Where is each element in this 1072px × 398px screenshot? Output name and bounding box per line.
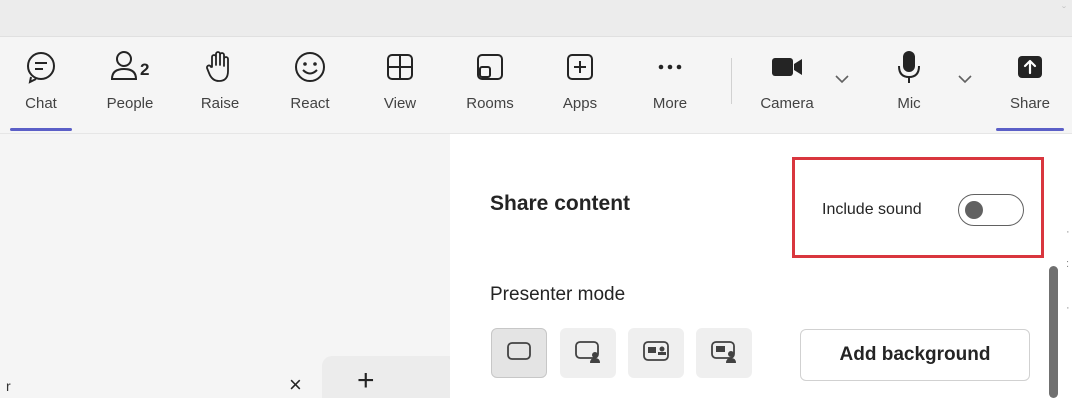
rooms-icon [474, 47, 506, 87]
more-label: More [652, 95, 688, 112]
close-tab-button[interactable]: × [289, 372, 302, 398]
presenter-mode-standout[interactable] [560, 328, 616, 378]
raise-hand-button[interactable]: Raise [196, 47, 244, 131]
share-active-underline [996, 128, 1064, 131]
edge-mark: · [1066, 302, 1070, 314]
share-panel-title: Share content [490, 192, 631, 215]
react-button[interactable]: React [286, 47, 334, 131]
view-button[interactable]: View [378, 47, 422, 131]
apps-icon [564, 47, 596, 87]
people-button[interactable]: 2 People [100, 47, 160, 131]
add-background-button[interactable]: Add background [800, 329, 1030, 381]
chat-button[interactable]: Chat [10, 47, 72, 131]
side-by-side-icon [641, 339, 671, 368]
camera-options-chevron-icon[interactable] [834, 72, 850, 90]
apps-label: Apps [562, 95, 598, 112]
rooms-label: Rooms [466, 95, 514, 112]
scrollbar-thumb[interactable] [1049, 266, 1058, 398]
title-bar: ˇ [0, 0, 1072, 37]
share-label: Share [1009, 95, 1051, 112]
edge-mark: · [1066, 226, 1070, 238]
camera-button[interactable]: Camera [754, 47, 820, 131]
react-label: React [290, 95, 330, 112]
raise-label: Raise [200, 95, 240, 112]
share-button[interactable]: Share [996, 47, 1064, 131]
view-icon [384, 47, 416, 87]
mic-icon [895, 47, 923, 87]
chat-active-underline [10, 128, 72, 131]
more-icon [654, 47, 686, 87]
include-sound-toggle[interactable] [958, 194, 1024, 226]
add-tab-button[interactable]: + [357, 364, 375, 398]
apps-button[interactable]: Apps [556, 47, 604, 131]
view-label: View [383, 95, 417, 112]
standout-icon [573, 338, 603, 369]
presenter-mode-content-only[interactable] [491, 328, 547, 378]
rooms-button[interactable]: Rooms [461, 47, 519, 131]
truncated-text-fragment: r [6, 378, 11, 394]
mic-label: Mic [897, 95, 921, 112]
more-button[interactable]: More [646, 47, 694, 131]
camera-icon [769, 47, 805, 87]
people-label: People [106, 95, 154, 112]
new-tab-area [322, 356, 450, 398]
panel-scrollbar[interactable] [1046, 266, 1060, 398]
presenter-mode-side-by-side[interactable] [628, 328, 684, 378]
mic-button[interactable]: Mic [886, 47, 932, 131]
edge-mark: : [1066, 258, 1070, 270]
camera-label: Camera [760, 95, 814, 112]
content-only-icon [505, 339, 533, 368]
presenter-mode-reporter[interactable] [696, 328, 752, 378]
raise-hand-icon [204, 47, 236, 87]
react-icon [293, 47, 327, 87]
chat-label: Chat [25, 95, 57, 112]
toolbar-separator [731, 58, 732, 104]
mic-options-chevron-icon[interactable] [957, 72, 973, 90]
window-corner-mark: ˇ [1062, 4, 1066, 18]
toggle-knob [965, 201, 983, 219]
reporter-icon [709, 338, 739, 369]
presenter-mode-label: Presenter mode [490, 284, 626, 305]
chat-icon [24, 47, 58, 87]
share-icon [1014, 47, 1046, 87]
people-count: 2 [140, 60, 150, 79]
include-sound-label: Include sound [822, 201, 922, 218]
